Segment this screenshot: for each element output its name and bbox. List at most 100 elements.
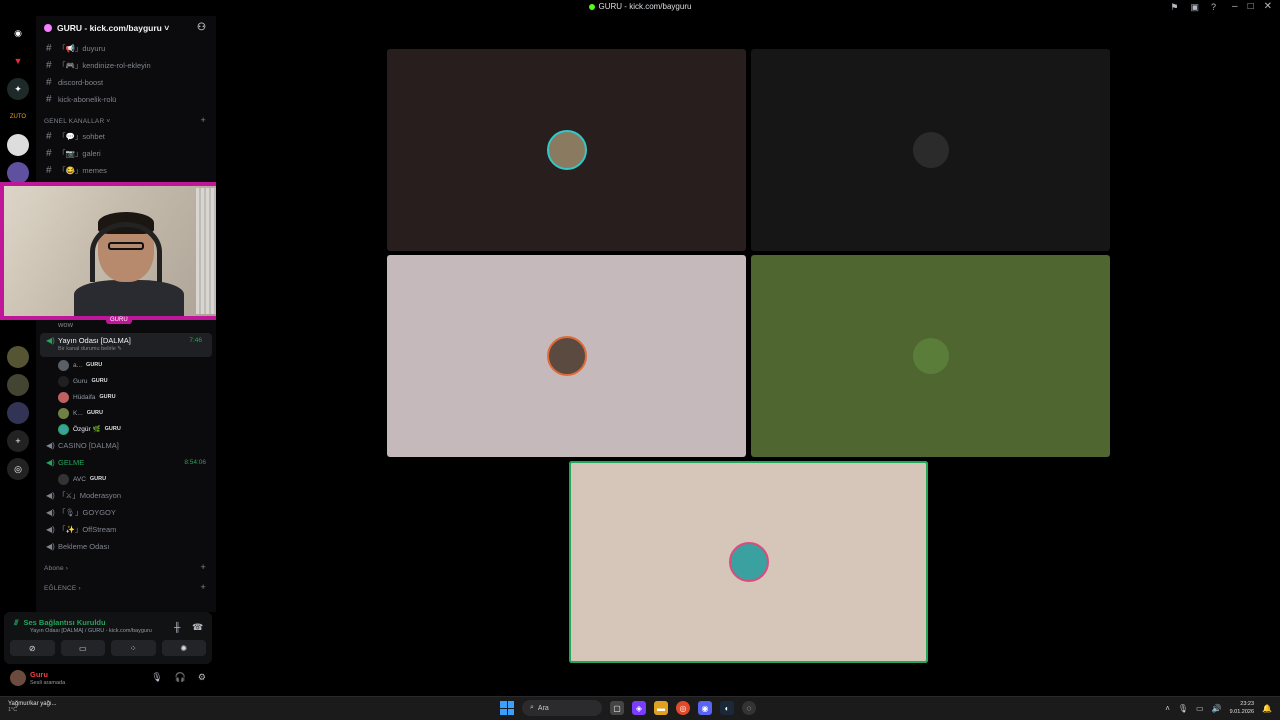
taskbar-apps: ⌕ Ara ▢ ◈ ▬ ◎ ◉ ◐ ◌: [500, 700, 756, 716]
avatar[interactable]: [10, 670, 26, 686]
participant-avatar: [910, 336, 951, 376]
windows-taskbar: Yağmur/kar yağı... 1°C ⌕ Ara ▢ ◈ ▬ ◎ ◉ ◐ …: [0, 696, 1280, 720]
server-icon[interactable]: ▼: [7, 50, 29, 72]
voice-member[interactable]: K... GURU: [36, 405, 216, 421]
channel-galeri[interactable]: # 「📷」galeri: [36, 145, 216, 162]
network-icon[interactable]: ▭: [1196, 704, 1204, 713]
app-icon[interactable]: ◌: [742, 701, 756, 715]
disconnect-icon[interactable]: ☎: [192, 622, 203, 633]
soundboard-button[interactable]: ✺: [161, 640, 206, 656]
help-icon[interactable]: ?: [1211, 2, 1216, 13]
discord-home-icon[interactable]: ◉: [7, 22, 29, 44]
participant-tile[interactable]: [751, 49, 1110, 251]
app-icon[interactable]: ◈: [632, 701, 646, 715]
user-controls: 🎙 🎧 ⚙: [151, 672, 206, 683]
avatar: [58, 423, 69, 435]
channel-memes[interactable]: # 「😂」memes: [36, 162, 216, 179]
channel-boost[interactable]: # discord-boost: [36, 74, 216, 91]
server-icon[interactable]: ZUTO: [7, 106, 29, 128]
windows-start-icon[interactable]: [500, 701, 514, 715]
channel-duyuru[interactable]: # 「📢」duyuru: [36, 40, 216, 57]
discord-icon[interactable]: ◉: [698, 701, 712, 715]
steam-icon[interactable]: ◐: [720, 701, 734, 715]
voice-channel-gelme[interactable]: ◀) GELME 8:54:06: [36, 454, 216, 471]
voice-member[interactable]: AVC GURU: [36, 471, 216, 487]
voice-channel-goygoy[interactable]: ◀) 「🎙」GOYGOY: [36, 504, 216, 521]
microphone-icon[interactable]: 🎙: [1178, 704, 1188, 713]
voice-channel-bekleme[interactable]: ◀) Bekleme Odası: [36, 538, 216, 555]
task-view-icon[interactable]: ▢: [610, 701, 624, 715]
voice-connection-channel[interactable]: Yayın Odası [DALMA] / GURU - kick.com/ba…: [30, 628, 152, 634]
inbox-icon[interactable]: ▣: [1190, 2, 1199, 13]
chevron-up-icon[interactable]: ˄: [1165, 704, 1170, 713]
server-icon[interactable]: ✦: [7, 78, 29, 100]
window-title: GURU - kick.com/bayguru: [0, 2, 1280, 11]
add-channel-icon[interactable]: +: [201, 562, 206, 572]
channel-rol[interactable]: # 「🎮」kendinize-rol-ekleyin: [36, 57, 216, 74]
microphone-icon[interactable]: 🎙: [151, 672, 162, 683]
participant-avatar: [546, 130, 587, 170]
discover-icon[interactable]: ◎: [7, 458, 29, 480]
clock[interactable]: 23:23 9.01.2026: [1230, 700, 1254, 716]
activities-button[interactable]: ⁘: [111, 640, 156, 656]
voice-channel-offstream[interactable]: ◀) 「✨」OffStream: [36, 521, 216, 538]
voice-connected-status[interactable]: ⫻ Ses Bağlantısı Kuruldu: [14, 618, 106, 628]
user-panel: Guru Sesli aramada 🎙 🎧 ⚙: [4, 666, 212, 692]
voice-channel-yayin-odasi[interactable]: ◀) Yayın Odası [DALMA] 7:46 Bir kanal du…: [40, 333, 212, 357]
avatar: [58, 359, 69, 371]
voice-channel-moderasyon[interactable]: ◀) 「⚔」Moderasyon: [36, 487, 216, 504]
hash-icon: #: [46, 148, 52, 159]
webcam-label: GURU: [106, 316, 132, 324]
screen-share-button[interactable]: ▭: [60, 640, 105, 656]
minimize-icon[interactable]: –: [1232, 1, 1238, 12]
category-eglence[interactable]: EĞLENCE › +: [36, 575, 216, 595]
category-genel[interactable]: GENEL KANALLAR ˅ +: [36, 108, 216, 128]
camera-off-button[interactable]: ⊘: [10, 640, 55, 656]
voice-member[interactable]: Guru GURU: [36, 373, 216, 389]
server-icon[interactable]: [7, 134, 29, 156]
server-icon[interactable]: [7, 162, 29, 184]
title-actions: ⚑ ▣ ?: [1170, 2, 1216, 13]
voice-member[interactable]: a... GURU: [36, 357, 216, 373]
hash-icon: #: [46, 60, 52, 71]
server-icon[interactable]: [7, 346, 29, 368]
add-channel-icon[interactable]: +: [201, 115, 206, 125]
add-channel-icon[interactable]: +: [201, 582, 206, 592]
participant-avatar: [728, 542, 769, 582]
voice-member[interactable]: Özgür 🌿 GURU: [36, 421, 216, 437]
speaker-icon: ◀): [46, 336, 55, 345]
gear-icon[interactable]: ⚙: [198, 672, 206, 683]
hash-icon: #: [46, 94, 52, 105]
file-explorer-icon[interactable]: ▬: [654, 701, 668, 715]
channel-kick-abonelik[interactable]: # kick-abonelik-rolü: [36, 91, 216, 108]
add-server-icon[interactable]: +: [7, 430, 29, 452]
speaker-icon: ◀): [46, 491, 55, 500]
server-header[interactable]: GURU - kick.com/bayguru ˅ ⚇: [36, 16, 216, 40]
chrome-icon[interactable]: ◎: [676, 701, 690, 715]
participant-avatar: [910, 130, 951, 170]
voice-actions: ⊘ ▭ ⁘ ✺: [10, 640, 206, 656]
server-icon[interactable]: [7, 374, 29, 396]
hash-icon: #: [46, 43, 52, 54]
participant-tile[interactable]: [387, 255, 746, 457]
close-icon[interactable]: ✕: [1264, 1, 1272, 12]
participant-tile[interactable]: [387, 49, 746, 251]
channel-sohbet[interactable]: # 「💬」sohbet: [36, 128, 216, 145]
maximize-icon[interactable]: □: [1248, 1, 1254, 12]
participant-tile-speaking[interactable]: [569, 461, 928, 663]
participant-tile[interactable]: [751, 255, 1110, 457]
taskbar-search[interactable]: ⌕ Ara: [522, 700, 602, 716]
weather-widget[interactable]: Yağmur/kar yağı... 1°C: [8, 701, 57, 713]
voice-member[interactable]: Hüdaifa GURU: [36, 389, 216, 405]
volume-icon[interactable]: 🔊: [1212, 704, 1222, 713]
category-abone[interactable]: Abone › +: [36, 555, 216, 575]
notification-icon[interactable]: 🔔: [1262, 704, 1272, 713]
headphones-icon[interactable]: 🎧: [175, 672, 186, 683]
invite-icon[interactable]: ⚇: [197, 22, 206, 33]
voice-channel-casino[interactable]: ◀) CASINO [DALMA]: [36, 437, 216, 454]
window-titlebar: GURU - kick.com/bayguru ⚑ ▣ ? – □ ✕: [0, 0, 1280, 16]
noise-suppression-icon[interactable]: ╫: [174, 622, 180, 632]
participant-avatar: [546, 336, 587, 376]
flag-icon[interactable]: ⚑: [1170, 2, 1178, 13]
server-icon[interactable]: [7, 402, 29, 424]
